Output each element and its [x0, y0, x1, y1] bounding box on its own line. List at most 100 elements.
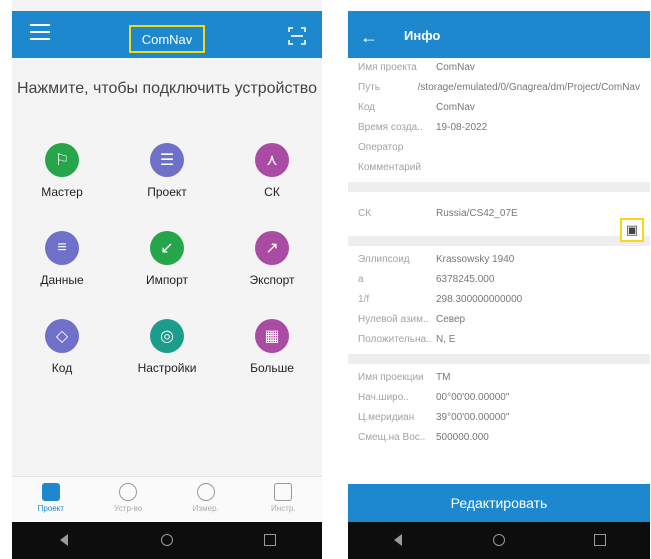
row-key: Путь	[358, 82, 380, 93]
divider	[348, 354, 650, 364]
tile-label: Проект	[147, 185, 187, 199]
home-nav-icon[interactable]	[147, 533, 187, 549]
scan-icon[interactable]	[288, 27, 306, 45]
divider	[348, 236, 650, 246]
android-nav-bar	[348, 522, 650, 559]
info-row: Положительна.. N, E	[348, 330, 650, 350]
tile-label: Настройки	[137, 361, 197, 375]
device-tab-icon	[119, 483, 138, 501]
app-title[interactable]: ComNav	[129, 25, 205, 53]
row-value: Krassowsky 1940	[436, 254, 515, 265]
info-screen: ← Инфо Имя проекта ComNav Путь/storage/em…	[348, 0, 650, 559]
tile-import[interactable]: ↙ Импорт	[122, 231, 212, 287]
info-row: Комментарий	[348, 158, 650, 178]
info-row: Имя проекта ComNav	[348, 58, 650, 78]
bottom-tab-bar: Проект Устр-во Измер. Инстр.	[12, 476, 322, 522]
info-row: Нулевой азим.. Север	[348, 310, 650, 330]
row-key: Имя проекции	[358, 372, 424, 383]
tile-master[interactable]: ⚐ Мастер	[17, 143, 107, 199]
row-value	[436, 142, 640, 154]
main-screen: ComNav Нажмите, чтобы подключить устройс…	[12, 0, 322, 559]
back-nav-icon[interactable]	[378, 533, 418, 549]
row-value	[436, 162, 640, 174]
tag-icon: ◇	[45, 319, 79, 353]
row-key: Время созда..	[358, 122, 423, 133]
tile-ck[interactable]: ⋏ СК	[227, 143, 317, 199]
row-value: 500000.000	[436, 432, 489, 443]
tile-label: Код	[51, 361, 73, 375]
export-icon: ↗	[255, 231, 289, 265]
signpost-icon: ⚐	[45, 143, 79, 177]
row-key: 1/f	[358, 294, 370, 305]
tab-tools[interactable]: Инстр.	[253, 477, 313, 522]
back-nav-icon[interactable]	[44, 533, 84, 549]
document-icon: ☰	[150, 143, 184, 177]
connect-device-prompt[interactable]: Нажмите, чтобы подключить устройство	[12, 78, 322, 99]
row-value: N, E	[436, 334, 456, 345]
home-nav-icon[interactable]	[479, 533, 519, 549]
tripod-icon: ⋏	[255, 143, 289, 177]
tile-label: Мастер	[41, 185, 83, 199]
recents-nav-icon[interactable]	[580, 533, 620, 549]
tile-data[interactable]: ≡ Данные	[17, 231, 107, 287]
row-value: Russia/CS42_07E	[436, 208, 518, 219]
tile-label: СК	[264, 185, 280, 199]
info-row: Путь/storage/emulated/0/Gnagrea/dm/Proje…	[348, 78, 650, 98]
page-title: Инфо	[404, 28, 441, 43]
ck-row[interactable]: СК Russia/CS42_07E	[348, 196, 650, 232]
import-icon: ↙	[150, 231, 184, 265]
grid-icon: ▦	[255, 319, 289, 353]
tab-label: Устр-во	[114, 504, 143, 513]
top-app-bar: ComNav	[12, 11, 322, 58]
row-key: a	[358, 274, 364, 285]
edit-button[interactable]: Редактировать	[348, 484, 650, 522]
info-row: Время созда.. 19-08-2022	[348, 118, 650, 138]
tile-more[interactable]: ▦ Больше	[227, 319, 317, 375]
row-key: Нулевой азим..	[358, 314, 429, 325]
row-key: Ц.меридиан	[358, 412, 415, 423]
row-value: ComNav	[436, 62, 475, 73]
info-row: 1/f 298.300000000000	[348, 290, 650, 310]
tile-label: Экспорт	[249, 273, 295, 287]
android-nav-bar	[12, 522, 322, 559]
row-key: Оператор	[358, 142, 404, 153]
tab-project[interactable]: Проект	[21, 477, 81, 522]
row-value: ComNav	[436, 102, 475, 113]
tools-tab-icon	[274, 483, 293, 501]
row-key: Эллипсоид	[358, 254, 410, 265]
tile-label: Импорт	[146, 273, 188, 287]
row-value: 6378245.000	[436, 274, 495, 285]
info-row: Оператор	[348, 138, 650, 158]
back-arrow-icon[interactable]: ←	[360, 27, 378, 48]
tile-export[interactable]: ↗ Экспорт	[227, 231, 317, 287]
tab-measure[interactable]: Измер.	[176, 477, 236, 522]
row-value: Север	[436, 314, 466, 325]
qr-code-icon[interactable]: ▣	[620, 218, 644, 242]
row-key: СК	[358, 208, 372, 219]
tab-device[interactable]: Устр-во	[98, 477, 158, 522]
info-row: Код ComNav	[348, 98, 650, 118]
tile-code[interactable]: ◇ Код	[17, 319, 107, 375]
tile-settings[interactable]: ◎ Настройки	[122, 319, 212, 375]
info-row: Ц.меридиан 39°00'00.00000"	[348, 408, 650, 428]
info-row: Нач.широ.. 00°00'00.00000"	[348, 388, 650, 408]
info-row: Имя проекции TM	[348, 368, 650, 388]
tab-label: Проект	[37, 504, 64, 513]
row-key: Смещ.на Вос..	[358, 432, 426, 443]
info-row: a 6378245.000	[348, 270, 650, 290]
row-key: Нач.широ..	[358, 392, 409, 403]
row-key: Комментарий	[358, 162, 421, 173]
info-row: Эллипсоид Krassowsky 1940	[348, 250, 650, 270]
tab-label: Инстр.	[270, 504, 296, 513]
row-key: Код	[358, 102, 376, 113]
recents-nav-icon[interactable]	[250, 533, 290, 549]
row-value: 298.300000000000	[436, 294, 523, 305]
tile-project[interactable]: ☰ Проект	[122, 143, 212, 199]
row-value: 19-08-2022	[436, 122, 488, 133]
tile-label: Данные	[40, 273, 84, 287]
database-icon: ≡	[45, 231, 79, 265]
menu-icon[interactable]	[30, 24, 50, 40]
measure-tab-icon	[196, 483, 215, 501]
tab-label: Измер.	[192, 504, 219, 513]
row-value: TM	[436, 372, 451, 383]
